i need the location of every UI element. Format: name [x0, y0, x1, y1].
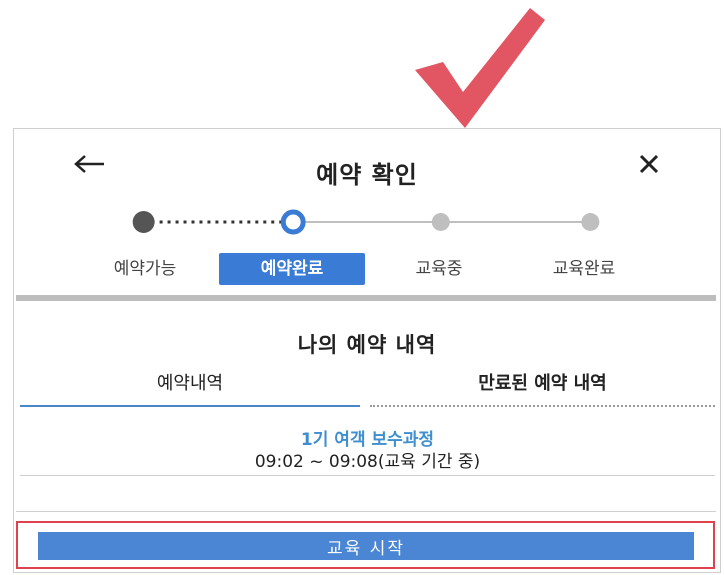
step-dot-available — [132, 211, 155, 233]
reservation-confirm-screen: 예약 확인 예약가능 예약완료 교육중 교육완료 나의 예약 내역 예약내역 만… — [13, 128, 721, 573]
step-dot-reserved — [280, 209, 306, 235]
start-training-button[interactable]: 교육 시작 — [38, 532, 694, 560]
step-label-in-training: 교육중 — [415, 259, 463, 279]
step-dot-in-training — [431, 213, 450, 231]
step-label-reserved: 예약완료 — [219, 253, 365, 285]
section-title: 나의 예약 내역 — [297, 333, 437, 357]
reservation-item[interactable]: 1기 여객 보수과정 09:02 ~ 09:08(교육 기간 중) — [20, 417, 715, 476]
start-button-highlight: 교육 시작 — [16, 521, 715, 569]
step-dot-completed — [581, 213, 600, 231]
section-divider — [16, 295, 716, 301]
close-icon[interactable] — [638, 153, 660, 175]
page-title: 예약 확인 — [316, 161, 418, 189]
checkmark-icon — [415, 8, 545, 128]
stepper-labels: 예약가능 예약완료 교육중 교육완료 — [14, 249, 720, 289]
header: 예약 확인 — [14, 129, 720, 209]
course-time: 09:02 ~ 09:08(교육 기간 중) — [254, 452, 481, 472]
step-label-completed: 교육완료 — [552, 259, 616, 279]
bottom-divider — [16, 511, 716, 512]
tab-expired-reservations[interactable]: 만료된 예약 내역 — [370, 369, 715, 407]
reservation-tabs: 예약내역 만료된 예약 내역 — [20, 369, 715, 407]
step-label-available: 예약가능 — [113, 259, 177, 279]
tab-reservations[interactable]: 예약내역 — [20, 369, 360, 407]
progress-stepper — [132, 209, 600, 235]
